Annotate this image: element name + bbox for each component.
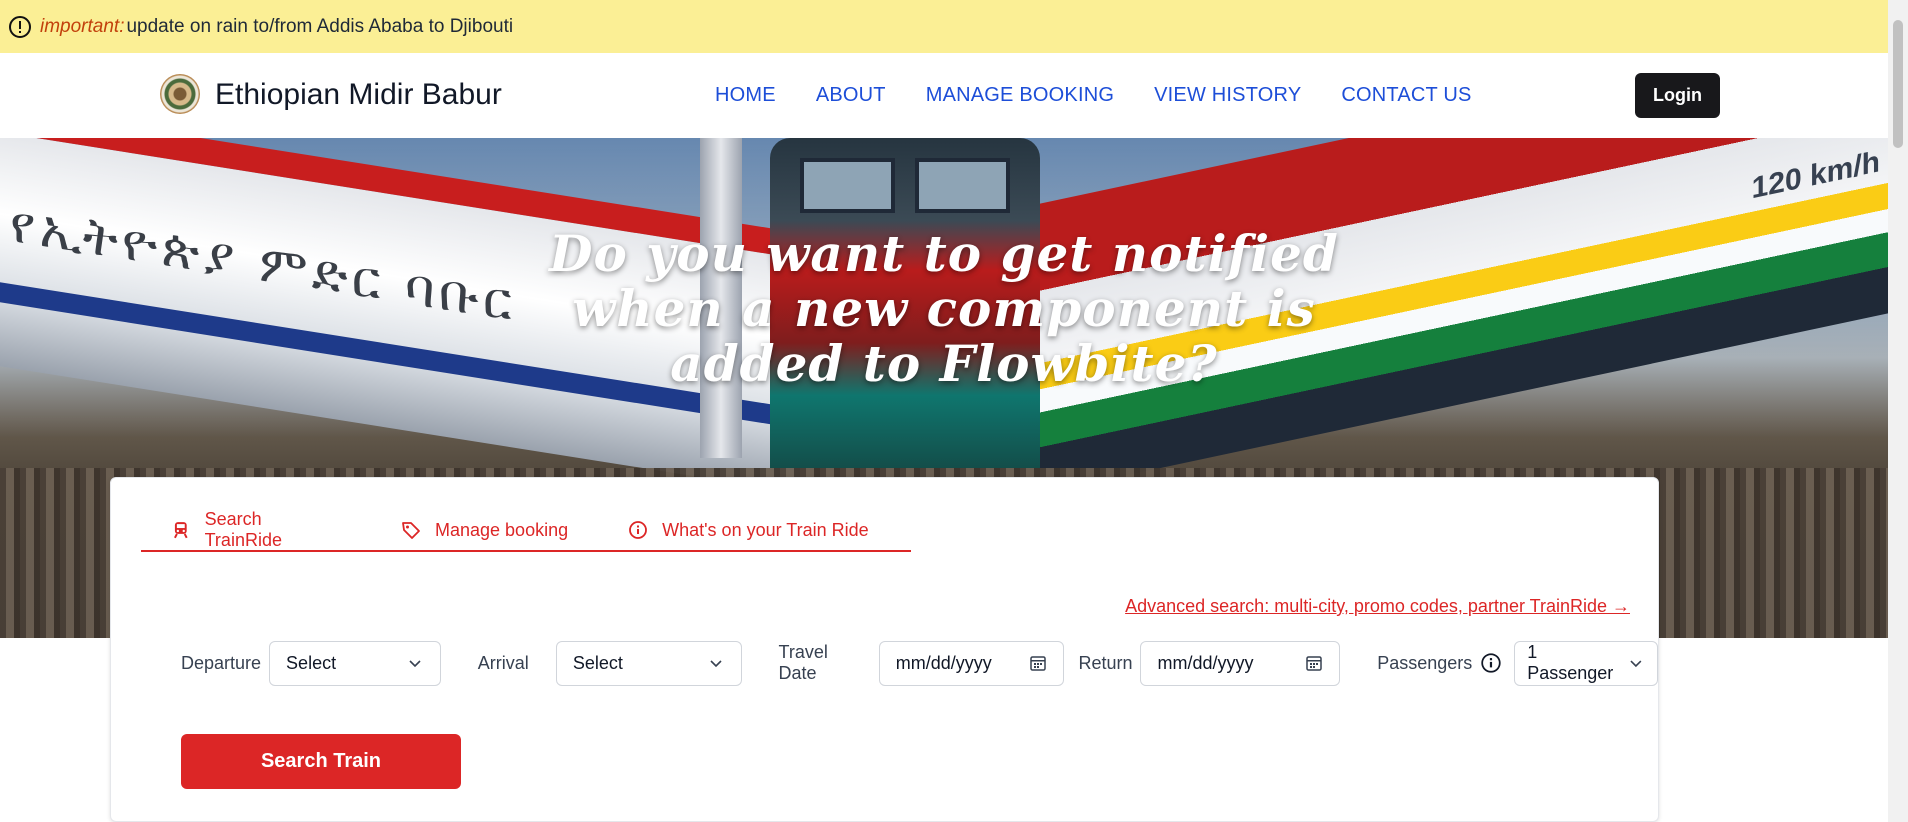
search-train-button[interactable]: Search Train (181, 734, 461, 789)
hero-title-line-3: added to Flowbite? (670, 334, 1218, 393)
speed-sign: 120 km/h (1751, 145, 1880, 206)
arrival-select[interactable]: Select (555, 640, 742, 686)
nav-link-manage-booking[interactable]: MANAGE BOOKING (926, 84, 1114, 107)
calendar-icon (1306, 656, 1322, 671)
tab-manage-booking[interactable]: Manage booking (371, 508, 598, 552)
navbar: Ethiopian Midir Babur HOME ABOUT MANAGE … (0, 53, 1888, 138)
chevron-down-icon (409, 660, 421, 668)
passengers-label: Passengers (1377, 652, 1473, 673)
brand-logo[interactable] (160, 74, 200, 114)
calendar-icon (1030, 656, 1047, 671)
page-scrollbar[interactable] (1888, 0, 1908, 822)
hero-title: Do you want to get notified when a new c… (0, 226, 1888, 391)
tab-label: Search TrainRide (204, 509, 282, 550)
announcement-text: update on rain to/from Addis Ababa to Dj… (126, 15, 514, 37)
departure-select[interactable]: Select (269, 640, 441, 686)
tab-whats-on-your-train-ride[interactable]: What's on your Train Ride (598, 508, 899, 552)
return-date-input[interactable]: mm/dd/yyyy (1140, 640, 1341, 686)
travel-date-input[interactable]: mm/dd/yyyy (878, 640, 1065, 686)
brand-name[interactable]: Ethiopian Midir Babur (215, 78, 502, 112)
nav-link-home[interactable]: HOME (715, 84, 776, 107)
search-tabs: Search TrainRide Manage booking What's o… (141, 508, 911, 552)
nav-link-about[interactable]: ABOUT (816, 84, 886, 107)
hero-title-line-1: Do you want to get notified (549, 224, 1339, 283)
scrollbar-thumb[interactable] (1893, 20, 1903, 148)
info-icon (629, 521, 648, 539)
advanced-search-link[interactable]: Advanced search: multi-city, promo codes… (1125, 596, 1630, 617)
info-icon[interactable] (1480, 652, 1502, 674)
announcement-bar: important: update on rain to/from Addis … (0, 0, 1888, 53)
return-label: Return (1078, 652, 1133, 673)
search-card: Search TrainRide Manage booking What's o… (110, 477, 1659, 822)
hero-title-line-2: when a new component is (572, 279, 1316, 338)
chevron-down-icon (709, 660, 722, 668)
login-button[interactable]: Login (1635, 73, 1720, 118)
train-icon (174, 522, 188, 539)
main-menu: HOME ABOUT MANAGE BOOKING VIEW HISTORY C… (715, 84, 1472, 107)
passengers-select[interactable]: 1 Passenger (1514, 640, 1658, 686)
tab-search-trainride[interactable]: Search TrainRide (141, 508, 371, 552)
arrival-label: Arrival (477, 652, 529, 673)
tab-label: Manage booking (435, 519, 569, 540)
alert-icon (9, 15, 31, 38)
tab-label: What's on your Train Ride (662, 519, 869, 540)
departure-label: Departure (181, 652, 262, 673)
nav-link-view-history[interactable]: VIEW HISTORY (1154, 84, 1301, 107)
chevron-down-icon (1630, 660, 1642, 668)
tag-icon (402, 522, 420, 539)
nav-link-contact-us[interactable]: CONTACT US (1341, 84, 1471, 107)
announcement-label: important: (40, 15, 125, 37)
travel-date-label: Travel Date (778, 642, 828, 683)
search-form-row: Departure Select Arrival Select Travel D… (181, 640, 1658, 686)
